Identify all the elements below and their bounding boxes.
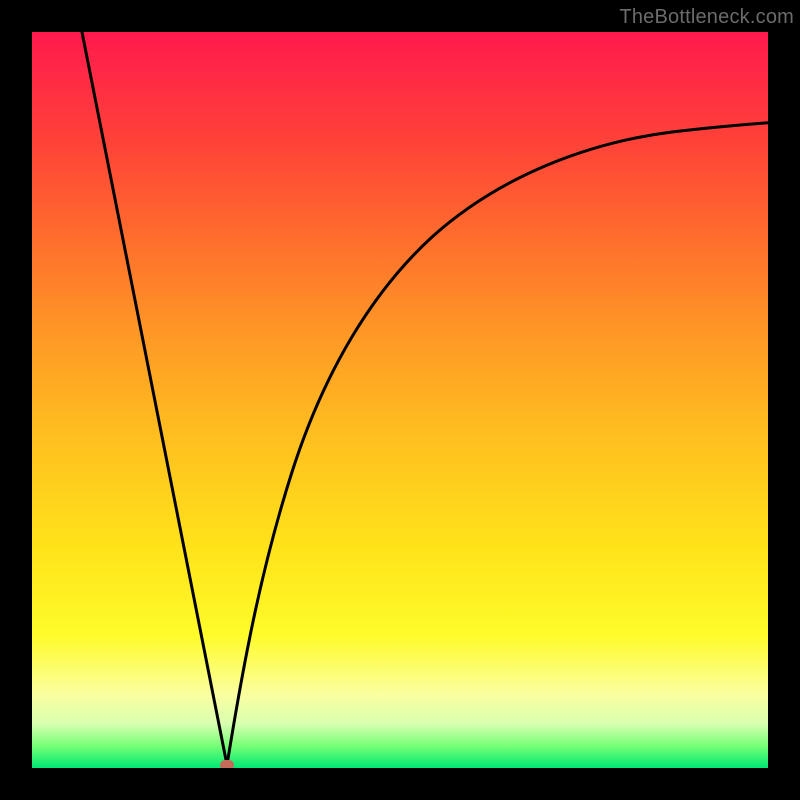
optimal-marker — [220, 760, 234, 768]
curve-left — [80, 32, 227, 765]
chart-frame: TheBottleneck.com — [0, 0, 800, 800]
watermark: TheBottleneck.com — [619, 6, 794, 29]
bottleneck-curve — [32, 32, 768, 768]
curve-right — [227, 122, 768, 765]
plot-area — [32, 32, 768, 768]
